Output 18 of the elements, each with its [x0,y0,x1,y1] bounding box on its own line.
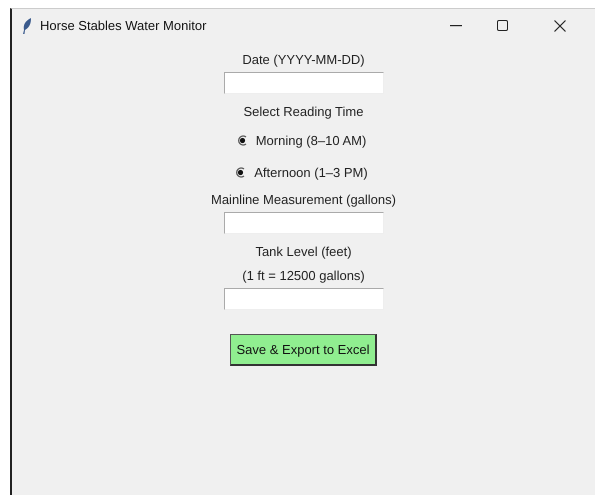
field-label: Date (YYYY-MM-DD) [242,51,365,69]
input-field[interactable] [224,72,384,94]
radio-button[interactable] [236,134,248,146]
input-field[interactable] [224,288,384,310]
field-label: (1 ft = 12500 gallons) [242,267,365,285]
minimize-icon[interactable] [450,24,462,26]
close-icon[interactable] [554,20,566,32]
save-export-button[interactable]: Save & Export to Excel [230,334,378,366]
radio-button[interactable] [235,166,246,178]
maximize-icon[interactable] [496,20,508,31]
feather-icon [22,18,32,34]
field-label: Select Reading Time [244,103,364,121]
field-label: Tank Level (feet) [255,243,352,261]
field-label: Mainline Measurement (gallons) [211,191,396,209]
window-title: Horse Stables Water Monitor [40,18,208,33]
input-field[interactable] [224,212,384,234]
radio-label[interactable]: Morning (8–10 AM) [256,132,366,148]
radio-label[interactable]: Afternoon (1–3 PM) [254,164,368,180]
